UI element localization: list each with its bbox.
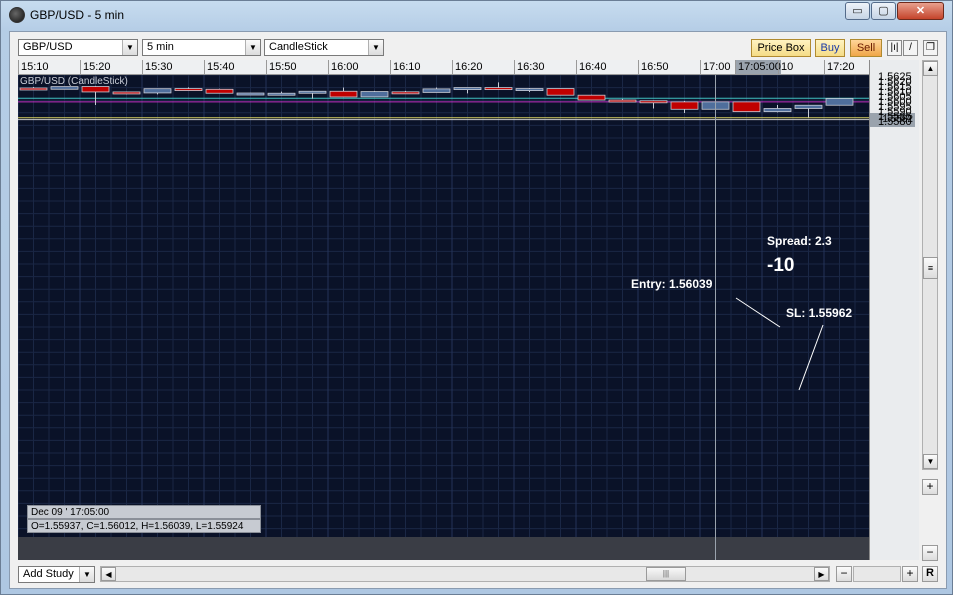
stop-loss-annotation: SL: 1.55962 [786,306,853,320]
time-tick-label: 16:20 [452,60,483,74]
candle-body [608,99,637,103]
close-button[interactable]: ✕ [897,2,944,20]
chart-series-label: GBP/USD (CandleStick) [20,76,128,87]
add-study-label: Add Study [23,568,74,580]
detach-window-icon[interactable]: ❐ [923,40,938,56]
time-tick-label: 15:40 [204,60,235,74]
time-zoom-track[interactable] [853,566,901,582]
interval-value: 5 min [147,41,174,53]
chevron-down-icon[interactable]: ▼ [122,40,137,55]
maximize-button[interactable]: ▢ [871,2,896,20]
vertical-scrollbar[interactable]: ▲ ≡ ▼ [922,60,938,470]
symbol-value: GBP/USD [23,41,73,53]
candle-body [763,108,792,113]
sell-button[interactable]: Sell [850,39,882,57]
time-zoom-in-button[interactable]: + [902,566,918,582]
time-tick-label: 16:30 [514,60,545,74]
candle-body [515,88,544,91]
candle-body [50,86,79,90]
time-tick-label: 16:00 [328,60,359,74]
spread-annotation: Spread: 2.3 [767,234,832,248]
candle-body [391,91,420,95]
candle-body [329,90,358,98]
time-tick-label: 15:50 [266,60,297,74]
horizontal-scroll-thumb[interactable]: ||| [646,567,686,581]
candle-body [794,104,823,109]
candle-body [298,90,327,94]
window-title: GBP/USD - 5 min [30,8,125,22]
title-bar[interactable]: GBP/USD - 5 min ▭ ▢ ✕ [1,1,952,29]
chevron-down-icon[interactable]: ▼ [368,40,383,55]
entry-pointer-line [735,297,781,328]
interval-select[interactable]: 5 min ▼ [142,39,261,56]
candle-body [205,88,234,94]
chart-toolbar: GBP/USD ▼ 5 min ▼ CandleStick ▼ Price Bo… [10,32,946,60]
minimize-button[interactable]: ▭ [845,2,870,20]
horizontal-scrollbar[interactable]: ◀ ||| ▶ [100,566,830,582]
scroll-down-icon[interactable]: ▼ [923,454,938,469]
time-tick-label: 16:40 [576,60,607,74]
time-tick-label: 17:00 [700,60,731,74]
candle-body [732,101,761,113]
chart-type-value: CandleStick [269,41,328,53]
candle-body [19,87,48,91]
candle-body [639,100,668,104]
entry-annotation: Entry: 1.56039 [631,277,713,291]
time-zoom-out-button[interactable]: − [836,566,852,582]
candle-body [577,94,606,101]
candle-body [81,86,110,93]
time-tick-label: 15:20 [80,60,111,74]
chevron-down-icon[interactable]: ▼ [79,567,94,582]
time-tick-label: 10 [778,60,793,74]
bottom-bar: Add Study ▼ ◀ ||| ▶ − + R [10,562,946,586]
candle-body [360,91,389,98]
pips-annotation: -10 [767,255,795,276]
scroll-right-icon[interactable]: ▶ [814,567,829,581]
price-tick-label: 1.5580 [878,115,912,128]
app-logo-icon [9,7,25,23]
time-axis: 15:10 15:20 15:30 15:40 15:50 16:00 16:10 16:20… [18,60,869,75]
candle-body [453,87,482,91]
candle-body [546,88,575,96]
symbol-select[interactable]: GBP/USD ▼ [18,39,138,56]
zoom-in-button[interactable]: + [922,479,938,495]
add-study-select[interactable]: Add Study ▼ [18,566,95,583]
chart-client-area: GBP/USD ▼ 5 min ▼ CandleStick ▼ Price Bo… [9,31,947,589]
candle-body [422,88,451,93]
chart-type-select[interactable]: CandleStick ▼ [264,39,384,56]
app-window: GBP/USD - 5 min ▭ ▢ ✕ GBP/USD ▼ 5 min ▼ … [0,0,953,595]
draw-line-icon[interactable]: / [903,40,918,56]
reset-button[interactable]: R [922,566,938,582]
time-tick-label: 16:50 [638,60,669,74]
candle-body [825,98,854,106]
vertical-scroll-thumb[interactable]: ≡ [923,257,938,279]
time-tick-label: 15:30 [142,60,173,74]
volume-band [18,537,869,560]
time-tick-label: 16:10 [390,60,421,74]
info-ohlc-box: O=1.55937, C=1.56012, H=1.56039, L=1.559… [27,519,261,533]
chevron-down-icon[interactable]: ▼ [245,40,260,55]
candle-body [236,92,265,96]
sl-pointer-line [798,324,824,391]
price-axis[interactable]: 1.5582 1.5625 1.5620 1.5615 1.5610 1.5605 1.5… [869,60,919,560]
time-tick-label: 17:20 [824,60,855,74]
chart-plot-area[interactable]: GBP/USD (CandleStick) Entry: 1.56039 SL:… [18,75,869,560]
candlestick-chart [18,75,869,560]
candle-body [670,101,699,110]
scroll-up-icon[interactable]: ▲ [923,61,938,76]
time-tick-label: 15:10 [18,60,49,74]
buy-button[interactable]: Buy [815,39,845,57]
candle-body [484,87,513,91]
candle-body [267,92,296,96]
candle-body [143,88,172,94]
info-date-box: Dec 09 ' 17:05:00 [27,505,261,519]
zoom-out-button[interactable]: − [922,545,938,561]
time-tick-label: 17:05:00 [735,60,781,74]
candlestick-tool-icon[interactable]: |ı| [887,40,902,56]
scroll-left-icon[interactable]: ◀ [101,567,116,581]
price-box-button[interactable]: Price Box [751,39,811,57]
candle-body [112,91,141,95]
candle-body [174,88,203,91]
